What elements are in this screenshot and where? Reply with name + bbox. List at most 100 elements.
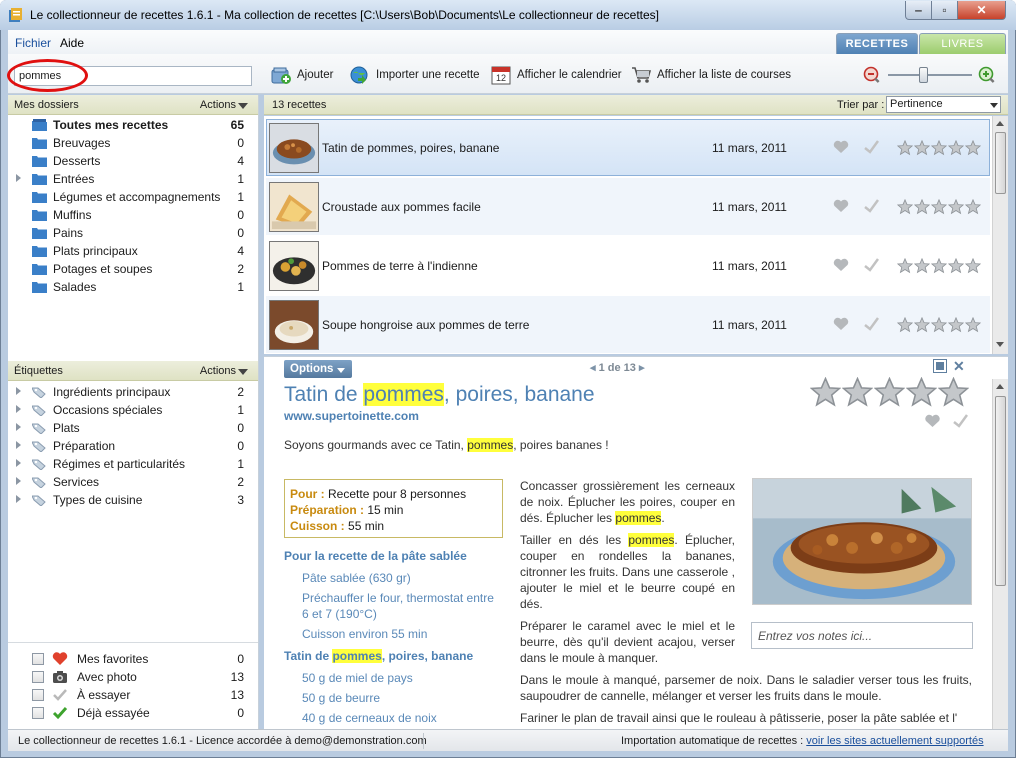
folder-item[interactable]: Salades 1 (8, 278, 258, 296)
tried-check-icon[interactable] (863, 198, 880, 214)
recipe-row[interactable]: Soupe hongroise aux pommes de terre 11 m… (266, 296, 990, 353)
star-icon[interactable] (914, 140, 930, 156)
tag-item[interactable]: Types de cuisine 3 (8, 491, 258, 509)
shopping-list-button[interactable]: Afficher la liste de courses (630, 64, 791, 86)
star-icon[interactable] (948, 258, 964, 274)
favorite-heart-icon[interactable] (924, 414, 941, 428)
tried-check-icon[interactable] (952, 413, 969, 429)
rating-stars[interactable] (897, 140, 982, 156)
tab-livres[interactable]: LIVRES (919, 33, 1006, 55)
expand-arrow-icon[interactable] (16, 441, 21, 449)
star-icon[interactable] (965, 140, 981, 156)
star-icon[interactable] (897, 140, 913, 156)
tag-item[interactable]: Ingrédients principaux 2 (8, 383, 258, 401)
folder-item[interactable]: Entrées 1 (8, 170, 258, 188)
folder-item[interactable]: Muffins 0 (8, 206, 258, 224)
recipe-row[interactable]: Pommes de terre à l'indienne 11 mars, 20… (266, 237, 990, 294)
supported-sites-link[interactable]: voir les sites actuellement supportés (806, 735, 983, 747)
tag-item[interactable]: Régimes et particularités 1 (8, 455, 258, 473)
star-icon[interactable] (931, 140, 947, 156)
expand-arrow-icon[interactable] (16, 477, 21, 485)
tried-checkbox[interactable] (32, 707, 44, 719)
prev-page-icon[interactable]: ◂ (590, 362, 596, 374)
to-try-checkbox[interactable] (32, 689, 44, 701)
expand-arrow-icon[interactable] (16, 174, 21, 182)
close-button[interactable]: ✕ (957, 1, 1006, 20)
recipe-row[interactable]: Tatin de pommes, poires, banane 11 mars,… (266, 119, 990, 176)
star-icon[interactable] (931, 317, 947, 333)
star-icon[interactable] (914, 317, 930, 333)
scroll-up-icon[interactable] (996, 384, 1004, 389)
folder-item[interactable]: Desserts 4 (8, 152, 258, 170)
recipe-row[interactable]: Croustade aux pommes facile 11 mars, 201… (266, 178, 990, 235)
calendar-button[interactable]: 12 Afficher le calendrier (490, 64, 622, 86)
tag-item[interactable]: Occasions spéciales 1 (8, 401, 258, 419)
detail-scroll-thumb[interactable] (995, 396, 1006, 586)
star-icon[interactable] (948, 317, 964, 333)
next-page-icon[interactable]: ▸ (639, 362, 645, 374)
expand-arrow-icon[interactable] (16, 405, 21, 413)
photo-checkbox[interactable] (32, 671, 44, 683)
star-icon[interactable] (965, 258, 981, 274)
star-icon[interactable] (897, 199, 913, 215)
expand-arrow-icon[interactable] (16, 423, 21, 431)
detail-rating-stars[interactable] (810, 377, 970, 408)
tried-check-icon[interactable] (863, 316, 880, 332)
folder-item[interactable]: Breuvages 0 (8, 134, 258, 152)
star-icon[interactable] (897, 258, 913, 274)
menu-aide[interactable]: Aide (60, 36, 84, 50)
maximize-button[interactable]: ▫ (931, 1, 958, 20)
star-icon[interactable] (948, 140, 964, 156)
star-icon[interactable] (965, 317, 981, 333)
list-scrollbar[interactable] (992, 116, 1008, 354)
expand-arrow-icon[interactable] (16, 495, 21, 503)
favorite-heart-icon[interactable] (833, 317, 849, 331)
options-button[interactable]: Options (284, 360, 352, 378)
folder-all-recipes[interactable]: Toutes mes recettes 65 (8, 116, 258, 134)
favorite-heart-icon[interactable] (833, 258, 849, 272)
star-icon[interactable] (810, 377, 841, 408)
star-icon[interactable] (842, 377, 873, 408)
expand-arrow-icon[interactable] (16, 459, 21, 467)
expand-arrow-icon[interactable] (16, 387, 21, 395)
filter-with-photo[interactable]: Avec photo 13 (8, 668, 258, 686)
folder-item[interactable]: Légumes et accompagnements 1 (8, 188, 258, 206)
add-button[interactable]: Ajouter (270, 64, 333, 86)
star-icon[interactable] (931, 199, 947, 215)
detail-scrollbar[interactable] (992, 379, 1008, 729)
tag-item[interactable]: Services 2 (8, 473, 258, 491)
zoom-in-icon[interactable] (978, 66, 996, 84)
star-icon[interactable] (948, 199, 964, 215)
menu-fichier[interactable]: Fichier (15, 36, 51, 50)
zoom-out-icon[interactable] (863, 66, 881, 84)
scroll-down-icon[interactable] (996, 342, 1004, 347)
favorite-heart-icon[interactable] (833, 199, 849, 213)
star-icon[interactable] (897, 317, 913, 333)
filter-tried[interactable]: Déjà essayée 0 (8, 704, 258, 722)
tried-check-icon[interactable] (863, 257, 880, 273)
star-icon[interactable] (914, 199, 930, 215)
zoom-slider-thumb[interactable] (919, 67, 928, 83)
folder-item[interactable]: Pains 0 (8, 224, 258, 242)
star-icon[interactable] (938, 377, 969, 408)
folder-item[interactable]: Plats principaux 4 (8, 242, 258, 260)
list-scroll-thumb[interactable] (995, 132, 1006, 194)
sort-dropdown[interactable]: Pertinence (886, 96, 1001, 113)
tag-item[interactable]: Plats 0 (8, 419, 258, 437)
tab-recettes[interactable]: RECETTES (836, 33, 918, 55)
rating-stars[interactable] (897, 317, 982, 333)
folder-item[interactable]: Potages et soupes 2 (8, 260, 258, 278)
tag-item[interactable]: Préparation 0 (8, 437, 258, 455)
import-button[interactable]: Importer une recette (349, 64, 480, 86)
star-icon[interactable] (931, 258, 947, 274)
notes-input[interactable]: Entrez vos notes ici... (751, 622, 973, 649)
scroll-up-icon[interactable] (996, 121, 1004, 126)
chevron-down-icon[interactable] (990, 103, 998, 108)
maximize-detail-icon[interactable] (933, 359, 947, 373)
star-icon[interactable] (914, 258, 930, 274)
star-icon[interactable] (874, 377, 905, 408)
favorites-checkbox[interactable] (32, 653, 44, 665)
star-icon[interactable] (906, 377, 937, 408)
filter-favorites[interactable]: Mes favorites 0 (8, 650, 258, 668)
close-detail-icon[interactable]: ✕ (953, 358, 965, 375)
